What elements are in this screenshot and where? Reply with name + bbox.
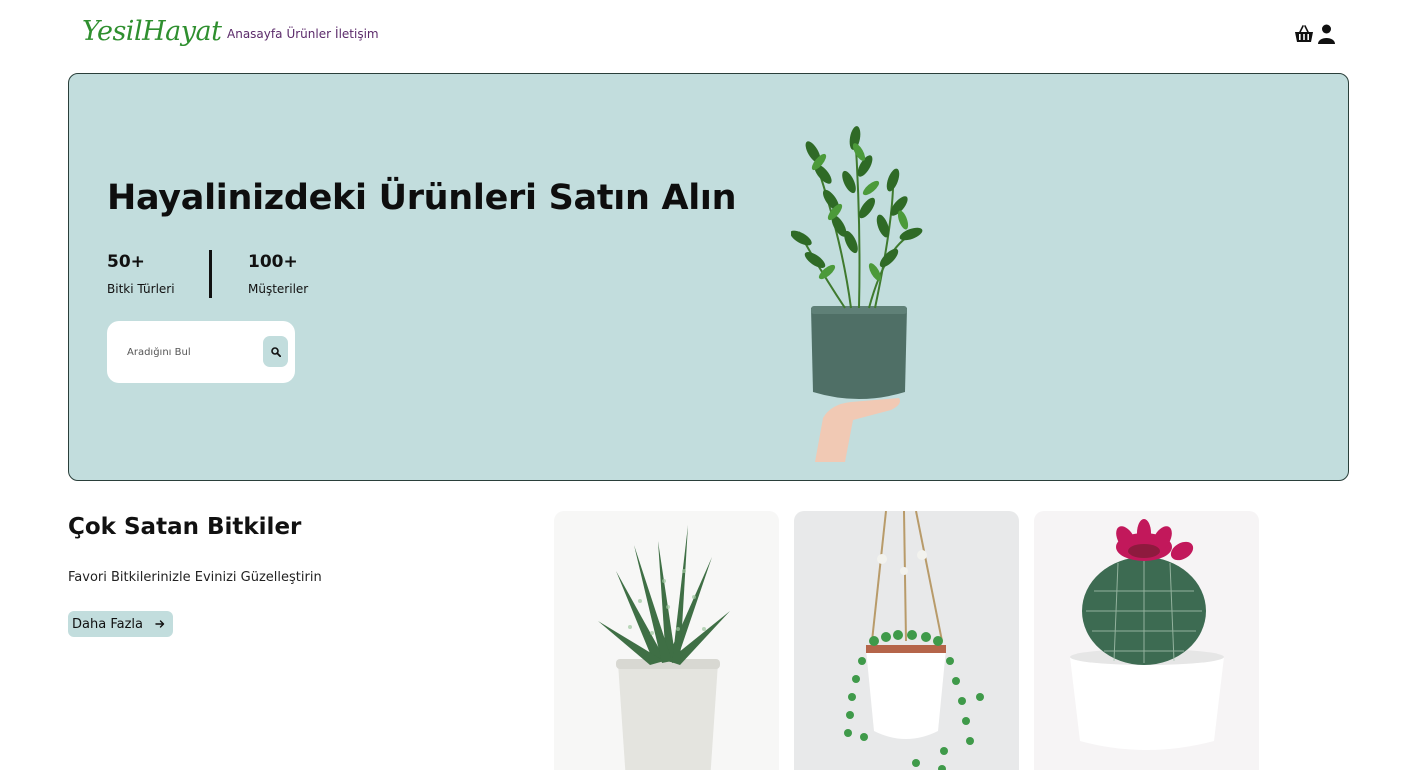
more-button-label: Daha Fazla — [72, 616, 143, 632]
user-icon[interactable] — [1318, 24, 1335, 44]
product-card-aloe[interactable] — [554, 511, 779, 770]
basket-icon[interactable] — [1294, 24, 1314, 44]
stat-customers: 100+ Müşteriler — [248, 252, 308, 296]
stat-divider — [209, 250, 212, 298]
hero-plant-image — [791, 126, 923, 462]
aloe-plant-image — [598, 525, 730, 770]
product-card-cactus[interactable] — [1034, 511, 1259, 770]
nav-link-products[interactable]: Ürünler — [286, 27, 331, 41]
string-of-pearls-image — [844, 511, 984, 770]
arrow-right-icon — [155, 620, 165, 628]
section-subtitle: Favori Bitkilerinizle Evinizi Güzelleşti… — [68, 570, 322, 585]
section-title: Çok Satan Bitkiler — [68, 514, 302, 540]
search-button[interactable] — [263, 336, 288, 367]
cactus-plant-image — [1070, 519, 1224, 750]
search-icon — [270, 346, 281, 357]
stat-value: 100+ — [248, 252, 298, 272]
header-icons — [1294, 24, 1335, 44]
stat-value: 50+ — [107, 252, 145, 272]
logo[interactable]: YesilHayat — [82, 16, 222, 47]
stat-plant-types: 50+ Bitki Türleri — [107, 252, 175, 296]
hero-banner: Hayalinizdeki Ürünleri Satın Alın 50+ Bi… — [68, 73, 1349, 481]
nav-link-contact[interactable]: İletişim — [335, 27, 379, 41]
product-card-string-of-pearls[interactable] — [794, 511, 1019, 770]
stat-label: Bitki Türleri — [107, 282, 175, 296]
more-button[interactable]: Daha Fazla — [68, 611, 173, 637]
hero-title: Hayalinizdeki Ürünleri Satın Alın — [107, 178, 737, 218]
main-nav: Anasayfa Ürünler İletişim — [227, 27, 379, 41]
search-box — [107, 321, 295, 383]
nav-link-home[interactable]: Anasayfa — [227, 27, 282, 41]
stat-label: Müşteriler — [248, 282, 309, 296]
search-input[interactable] — [127, 341, 257, 363]
